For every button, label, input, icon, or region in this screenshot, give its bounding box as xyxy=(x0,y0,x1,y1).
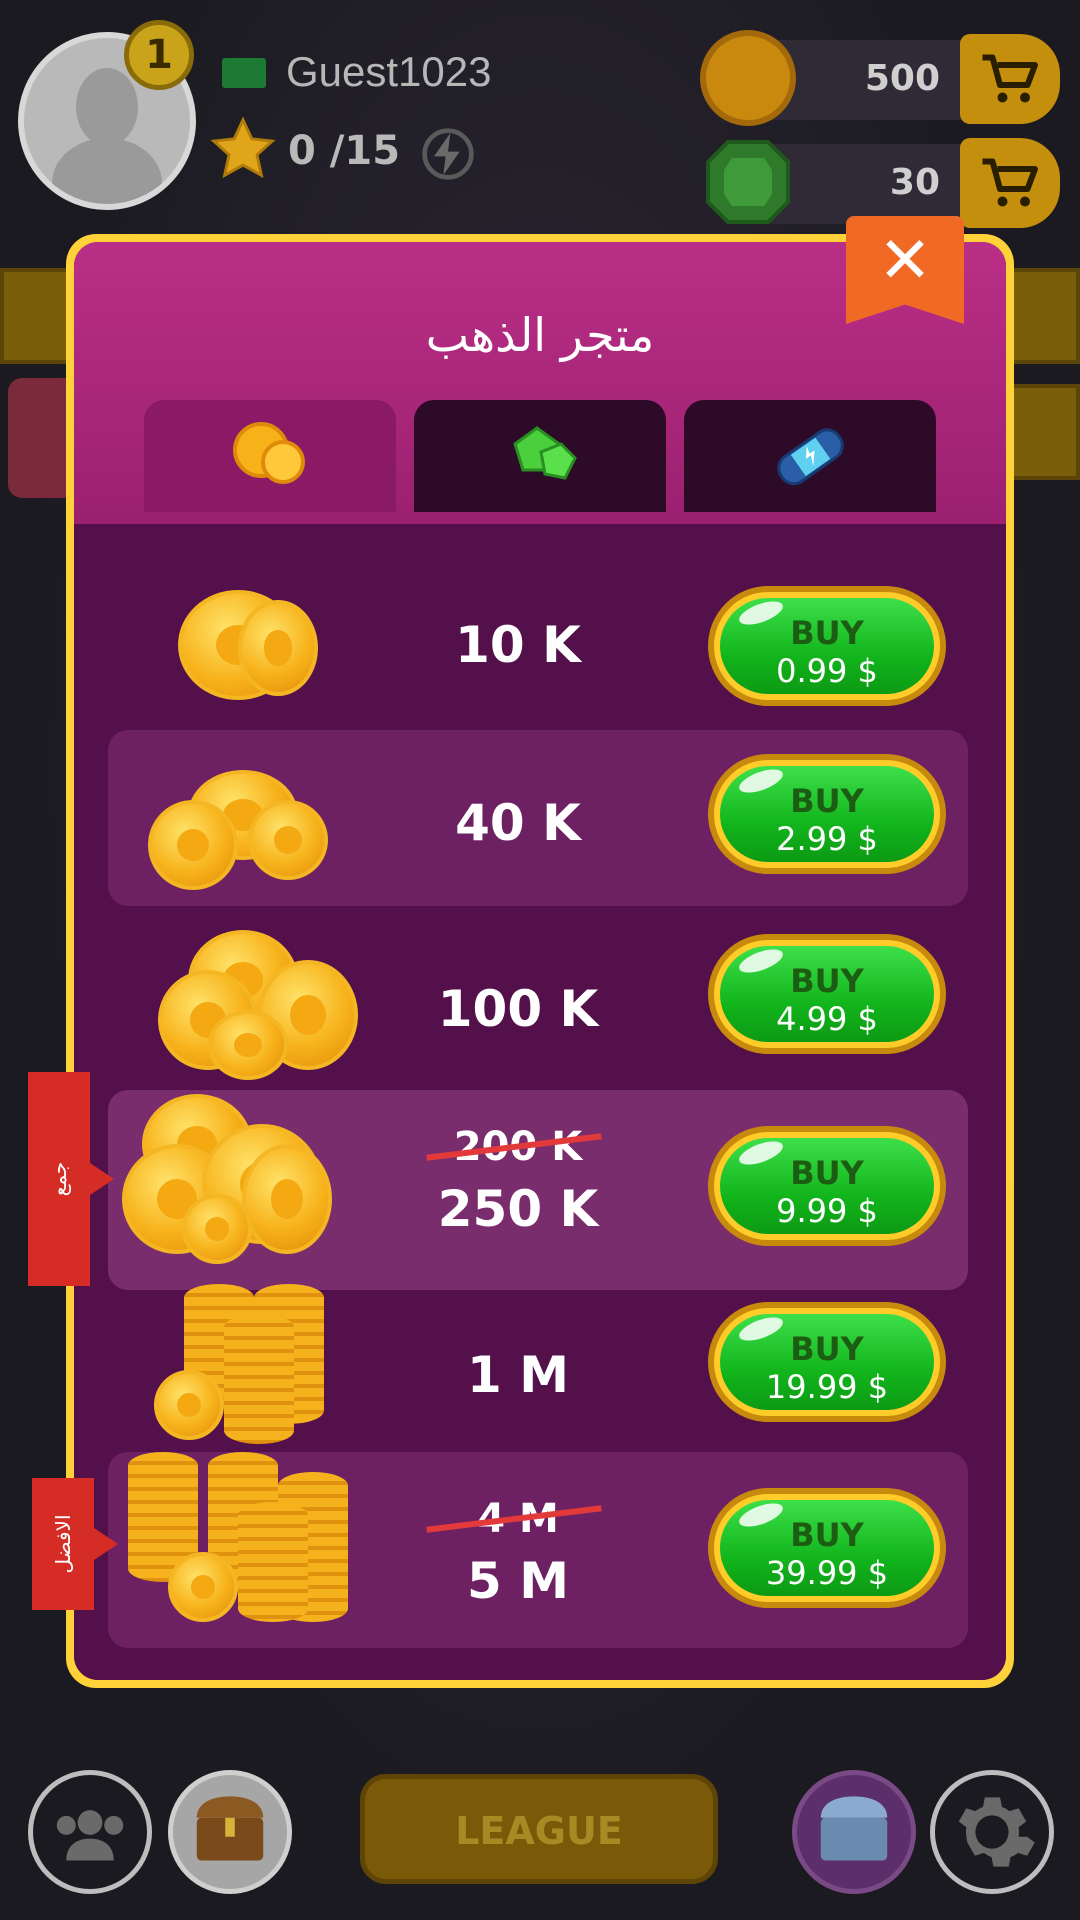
buy-button[interactable]: BUY 0.99 $ xyxy=(708,586,946,706)
pack-amount: 40 K xyxy=(455,794,581,852)
friends-icon xyxy=(56,1810,124,1861)
buy-button[interactable]: BUY 19.99 $ xyxy=(708,1302,946,1422)
friends-button[interactable] xyxy=(28,1770,152,1894)
buy-price: 0.99 $ xyxy=(776,652,878,690)
cart-icon xyxy=(982,54,1038,103)
lightning-icon xyxy=(422,128,474,180)
chest-button[interactable] xyxy=(168,1770,292,1894)
treasure-chest-icon xyxy=(196,1796,264,1861)
pack-row: 40 K BUY 2.99 $ xyxy=(108,730,968,906)
gold-coins-icon xyxy=(233,422,305,484)
pack-row-popular: 200 K 250 K BUY 9.99 $ xyxy=(108,1090,968,1290)
stars-progress: 0 /15 xyxy=(288,128,401,174)
settings-button[interactable] xyxy=(930,1770,1054,1894)
gold-balance: 500 xyxy=(700,30,1060,126)
pack-row-best: 4 M 5 M BUY 39.99 $ xyxy=(108,1452,968,1648)
energy-chest-button[interactable] xyxy=(792,1770,916,1894)
avatar-silhouette-head xyxy=(76,68,138,146)
pack-amount: 5 M xyxy=(467,1552,569,1610)
pack-amount: 10 K xyxy=(455,616,581,674)
avatar-silhouette-body xyxy=(52,138,162,204)
side-menu-button-right-2[interactable] xyxy=(1008,384,1080,480)
buy-label: BUY xyxy=(790,962,864,1000)
buy-button[interactable]: BUY 4.99 $ xyxy=(708,934,946,1054)
popular-ribbon-label: جمع xyxy=(47,1161,71,1197)
buy-button[interactable]: BUY 9.99 $ xyxy=(708,1126,946,1246)
buy-label: BUY xyxy=(790,614,864,652)
league-label: LEAGUE xyxy=(455,1809,623,1853)
gem-balance: 30 xyxy=(700,134,1060,228)
cart-icon xyxy=(982,158,1038,207)
gold-balance-value: 500 xyxy=(864,58,940,99)
tab-energy[interactable] xyxy=(684,400,936,512)
energy-chest-icon xyxy=(820,1796,888,1861)
buy-gems-cart-button[interactable] xyxy=(960,138,1060,228)
gold-coin-icon xyxy=(700,30,796,126)
country-flag-icon xyxy=(222,58,266,88)
buy-button[interactable]: BUY 39.99 $ xyxy=(708,1488,946,1608)
buy-label: BUY xyxy=(790,782,864,820)
green-gems-icon xyxy=(513,426,577,480)
star-icon xyxy=(210,116,276,179)
buy-price: 9.99 $ xyxy=(776,1192,878,1230)
level-badge: 1 xyxy=(124,20,194,90)
best-ribbon-label: الافضل xyxy=(51,1514,75,1574)
buy-label: BUY xyxy=(790,1516,864,1554)
close-button[interactable]: ✕ xyxy=(846,216,964,324)
green-gem-icon xyxy=(706,140,790,224)
buy-price: 19.99 $ xyxy=(765,1368,889,1406)
pack-amount: 250 K xyxy=(437,1180,599,1238)
best-ribbon: الافضل xyxy=(32,1478,118,1610)
side-menu-button-right-1[interactable] xyxy=(1008,268,1080,364)
gear-icon xyxy=(958,1797,1035,1867)
player-username: Guest1023 xyxy=(286,48,492,95)
pack-row: 100 K BUY 4.99 $ xyxy=(108,910,968,1086)
gem-balance-value: 30 xyxy=(889,162,940,203)
buy-price: 2.99 $ xyxy=(776,820,878,858)
video-reward-button[interactable] xyxy=(0,268,72,364)
close-icon: ✕ xyxy=(878,224,932,298)
buy-button[interactable]: BUY 2.99 $ xyxy=(708,754,946,874)
popular-ribbon: جمع xyxy=(28,1072,114,1286)
pack-amount: 1 M xyxy=(467,1346,569,1404)
buy-price: 4.99 $ xyxy=(776,1000,878,1038)
league-button[interactable]: LEAGUE xyxy=(360,1774,718,1884)
buy-label: BUY xyxy=(790,1330,864,1368)
buy-gold-cart-button[interactable] xyxy=(960,34,1060,124)
pack-row: 10 K BUY 0.99 $ xyxy=(108,560,968,736)
buy-price: 39.99 $ xyxy=(765,1554,889,1592)
tab-gold[interactable] xyxy=(144,400,396,512)
tab-gems[interactable] xyxy=(414,400,666,512)
pack-row: 1 M BUY 19.99 $ xyxy=(108,1284,968,1450)
energy-capsule-icon xyxy=(777,428,844,486)
pack-amount: 100 K xyxy=(437,980,599,1038)
buy-label: BUY xyxy=(790,1154,864,1192)
